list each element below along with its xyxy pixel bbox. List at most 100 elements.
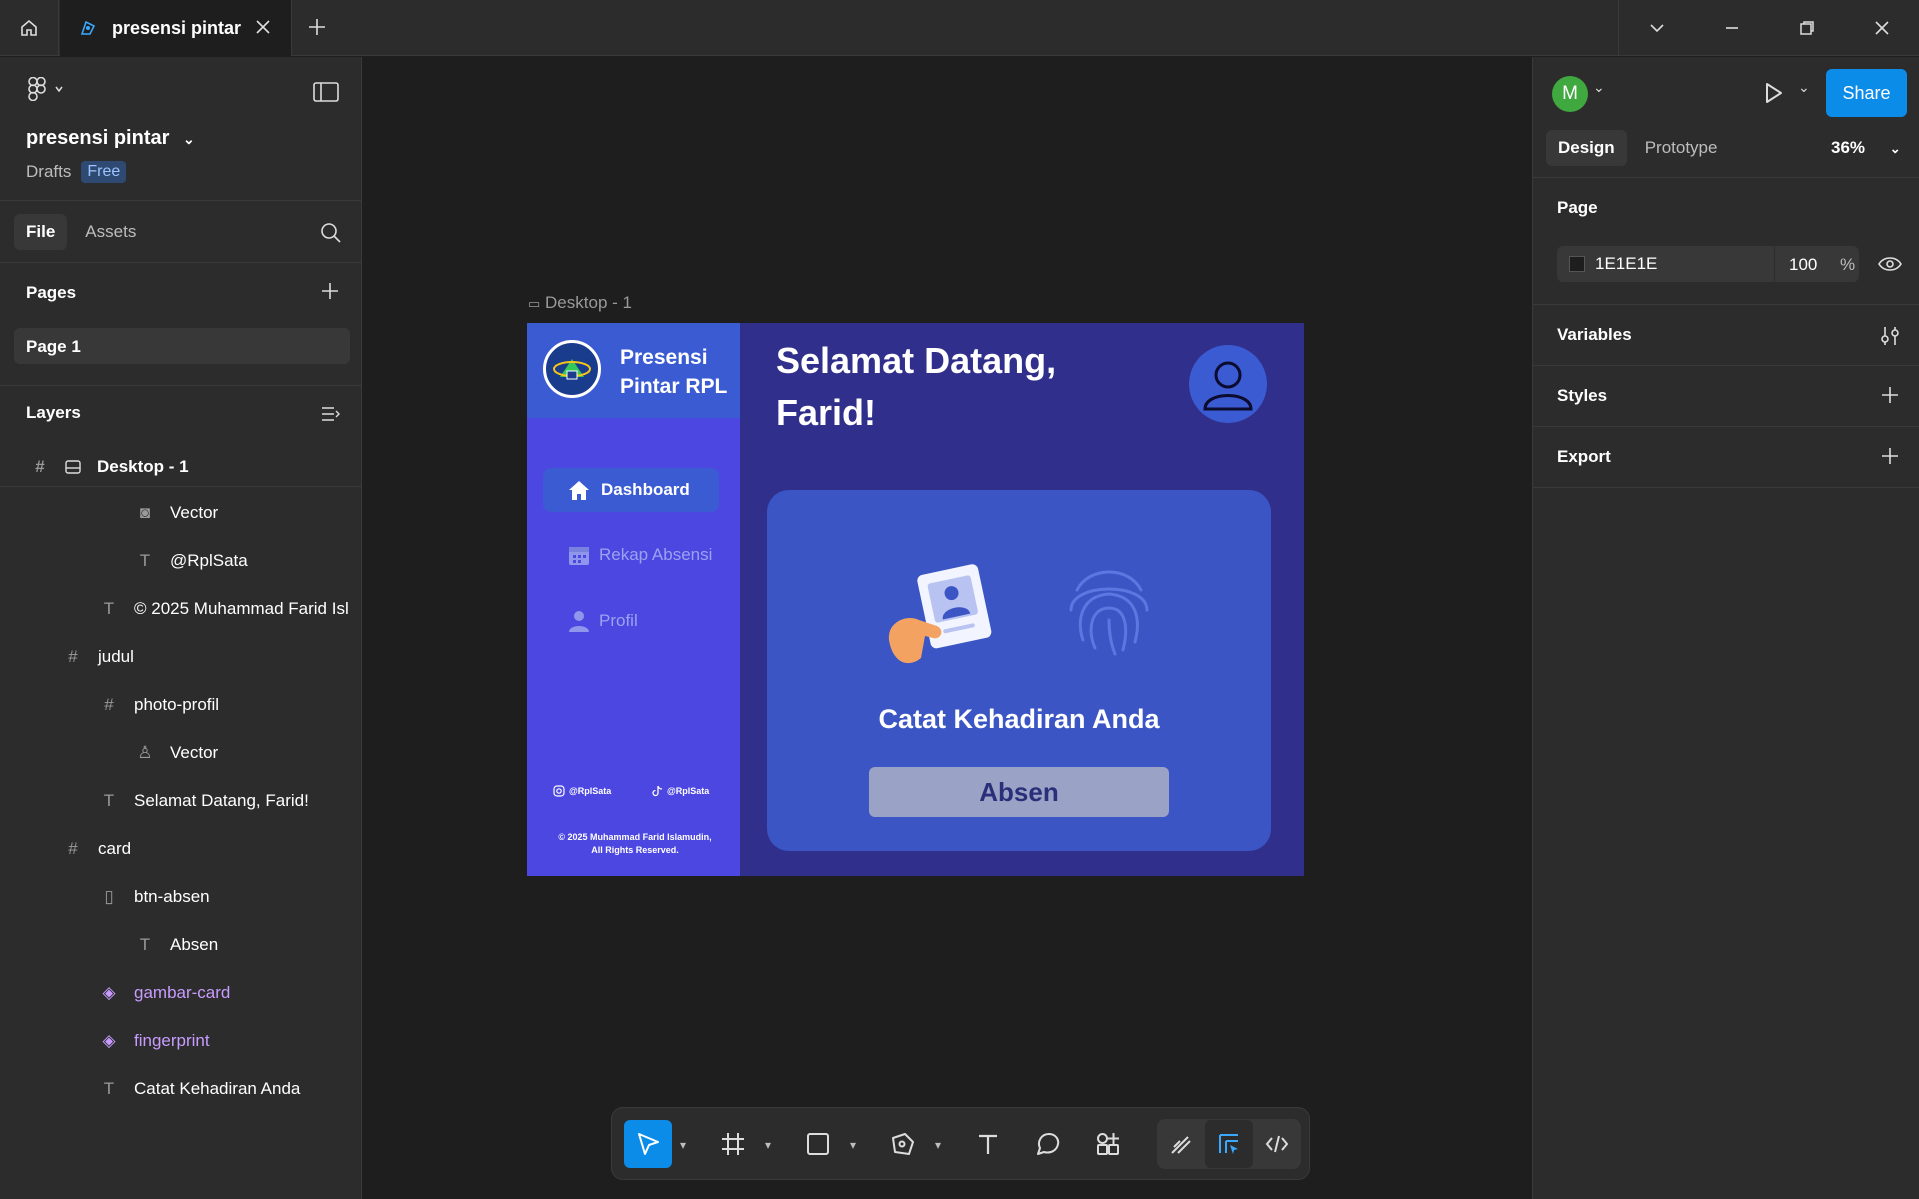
restore-button[interactable] — [1769, 0, 1844, 56]
social-instagram[interactable]: @RplSata — [553, 785, 611, 797]
layer-card[interactable]: # card — [0, 829, 362, 869]
dev-mode-button[interactable] — [1253, 1120, 1301, 1168]
layer-text-catat[interactable]: T Catat Kehadiran Anda — [0, 1069, 362, 1109]
design-mode-button[interactable] — [1205, 1120, 1253, 1168]
tabs-dropdown-button[interactable] — [1619, 0, 1694, 56]
add-style-icon[interactable] — [1880, 385, 1900, 405]
layer-text-greeting[interactable]: T Selamat Datang, Farid! — [0, 781, 362, 821]
divider — [1533, 177, 1919, 178]
auto-layout-icon: ▯ — [104, 887, 114, 906]
chevron-down-icon[interactable]: ⌄ — [1593, 79, 1605, 96]
greeting-line-1: Selamat Datang, — [776, 340, 1057, 381]
layer-text-absen[interactable]: T Absen — [0, 925, 362, 965]
page-fill-field[interactable]: 1E1E1E 100 % — [1557, 246, 1859, 282]
nav-dashboard[interactable]: Dashboard — [543, 468, 719, 512]
chevron-down-icon — [1649, 24, 1664, 33]
actions-tool[interactable] — [1084, 1120, 1132, 1168]
nav-rekap-absensi[interactable]: Rekap Absensi — [567, 543, 712, 567]
shape-tool[interactable] — [794, 1120, 842, 1168]
brand-name: Presensi Pintar RPL — [620, 343, 738, 401]
zoom-value: 36% — [1831, 138, 1866, 157]
pen-tool[interactable] — [879, 1120, 927, 1168]
tab-prototype[interactable]: Prototype — [1633, 130, 1730, 166]
layer-vector-instagram[interactable]: ◙ Vector — [0, 493, 362, 533]
layer-label: Vector — [170, 743, 219, 762]
social-tiktok[interactable]: @RplSata — [651, 785, 709, 797]
chevron-down-icon[interactable]: ▾ — [850, 1138, 856, 1152]
layer-photo-profil[interactable]: # photo-profil — [0, 685, 362, 725]
chevron-down-icon[interactable]: ⌄ — [1798, 79, 1810, 96]
export-heading: Export — [1557, 447, 1611, 466]
text-tool[interactable] — [964, 1120, 1012, 1168]
layer-text-rplsata[interactable]: T @RplSata — [0, 541, 362, 581]
zoom-level[interactable]: 36% ⌄ — [1831, 138, 1901, 158]
project-name[interactable]: presensi pintar ⌄ — [26, 127, 195, 150]
layer-text-copyright[interactable]: T © 2025 Muhammad Farid Isl — [0, 589, 362, 629]
layer-gambar-card[interactable]: ◈ gambar-card — [0, 973, 362, 1013]
layer-label: photo-profil — [134, 695, 220, 714]
chevron-down-icon[interactable]: ▾ — [680, 1138, 686, 1152]
home-button[interactable] — [0, 0, 59, 56]
layer-judul[interactable]: # judul — [0, 637, 362, 677]
add-export-icon[interactable] — [1880, 446, 1900, 466]
tab-assets[interactable]: Assets — [73, 214, 148, 250]
logo-emblem-icon — [553, 359, 591, 380]
draw-mode-button[interactable] — [1157, 1120, 1205, 1168]
home-icon — [21, 19, 37, 36]
main-menu-button[interactable] — [26, 77, 64, 101]
chevron-down-icon — [55, 86, 63, 93]
text-icon: T — [139, 935, 151, 954]
frame-label[interactable]: ▭ Desktop - 1 — [528, 293, 632, 313]
add-page-icon[interactable] — [320, 281, 340, 301]
close-tab-icon[interactable] — [253, 17, 273, 37]
desktop-icon: ▭ — [528, 296, 541, 311]
absen-button[interactable]: Absen — [869, 767, 1169, 817]
variables-icon[interactable] — [1879, 325, 1901, 347]
pages-heading: Pages — [26, 283, 77, 302]
layer-fingerprint[interactable]: ◈ fingerprint — [0, 1021, 362, 1061]
color-swatch[interactable] — [1569, 256, 1585, 272]
layer-vector-user[interactable]: ♙ Vector — [0, 733, 362, 773]
chevron-down-icon[interactable]: ▾ — [765, 1138, 771, 1152]
comment-icon — [1037, 1133, 1060, 1155]
layer-label: @RplSata — [170, 551, 248, 570]
fingerprint-icon — [1069, 570, 1149, 656]
divider — [1533, 365, 1919, 366]
layer-desktop-1[interactable]: # Desktop - 1 — [0, 447, 362, 487]
file-tab[interactable]: presensi pintar — [60, 0, 292, 56]
comment-tool[interactable] — [1024, 1120, 1072, 1168]
move-tool[interactable] — [624, 1120, 672, 1168]
photo-profil[interactable] — [1189, 345, 1267, 423]
share-button[interactable]: Share — [1826, 69, 1907, 117]
frame-tool[interactable] — [709, 1120, 757, 1168]
minimize-button[interactable] — [1694, 0, 1769, 56]
nav-profil[interactable]: Profil — [567, 609, 638, 633]
search-icon[interactable] — [320, 222, 342, 244]
tab-design[interactable]: Design — [1546, 130, 1627, 166]
file-tab-label: presensi pintar — [112, 17, 242, 38]
fill-opacity-value[interactable]: 100 — [1789, 255, 1817, 275]
nav-dashboard-label: Dashboard — [601, 480, 690, 499]
left-panel: presensi pintar ⌄ Drafts Free File Asset… — [0, 57, 362, 1199]
components-icon — [1097, 1133, 1119, 1155]
layer-label: Selamat Datang, Farid! — [134, 791, 309, 810]
tab-file[interactable]: File — [14, 214, 68, 250]
layer-btn-absen[interactable]: ▯ btn-absen — [0, 877, 362, 917]
eye-icon[interactable] — [1878, 256, 1902, 272]
close-window-button[interactable] — [1844, 0, 1919, 56]
layer-label: Absen — [170, 935, 219, 954]
school-logo — [543, 340, 601, 398]
layer-options-icon[interactable] — [320, 404, 342, 424]
component-icon: ◈ — [102, 1031, 116, 1050]
drafts-label: Drafts — [26, 162, 72, 181]
fill-hex-value[interactable]: 1E1E1E — [1595, 254, 1657, 274]
design-frame-desktop-1[interactable]: Presensi Pintar RPL Dashboard Rekap Abse… — [527, 323, 1304, 876]
mode-switcher — [1157, 1119, 1301, 1169]
present-play-icon[interactable] — [1761, 81, 1785, 105]
restore-icon — [1799, 21, 1814, 35]
user-avatar[interactable]: M — [1552, 76, 1588, 112]
chevron-down-icon[interactable]: ▾ — [935, 1138, 941, 1152]
new-tab-icon[interactable] — [306, 16, 328, 38]
toggle-sidebar-icon[interactable] — [313, 82, 339, 102]
page-item-page-1[interactable]: Page 1 — [14, 328, 350, 364]
